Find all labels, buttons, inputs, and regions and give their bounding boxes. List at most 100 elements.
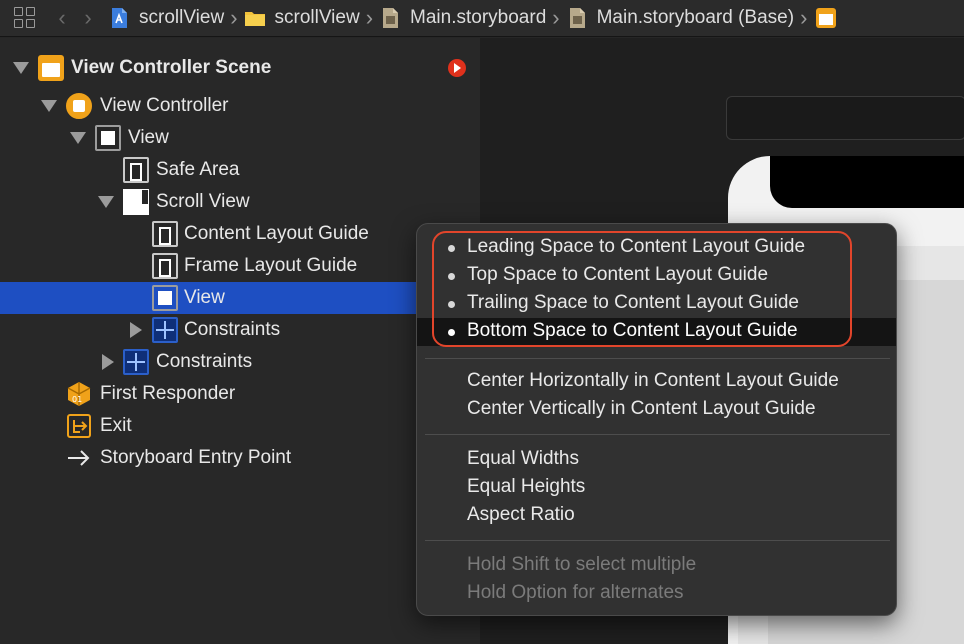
view-icon [95, 125, 121, 151]
outline-item-label: View [184, 287, 225, 308]
outline-item-label: First Responder [100, 383, 236, 404]
menu-separator [425, 540, 890, 541]
forward-arrow-icon[interactable]: › [76, 7, 100, 29]
chevron-right-icon: › [800, 5, 808, 30]
outline-item-label: View [128, 127, 169, 148]
menu-hint-label: Hold Option for alternates [467, 582, 684, 603]
storyboard-file-icon [383, 8, 399, 28]
scene-warning-arrow-icon[interactable] [448, 59, 466, 77]
constraints-icon [123, 349, 149, 375]
menu-item-bottom-space[interactable]: Bottom Space to Content Layout Guide [417, 318, 896, 346]
menu-item-trailing-space[interactable]: Trailing Space to Content Layout Guide [417, 290, 896, 318]
outline-item-label: Constraints [156, 351, 253, 372]
outline-item-first-responder[interactable]: 01 First Responder [0, 378, 480, 410]
outline-item-exit[interactable]: Exit [0, 410, 480, 442]
outline-item-frame-layout-guide[interactable]: Frame Layout Guide [0, 250, 480, 282]
outline-item-content-view-selected[interactable]: View [0, 282, 480, 314]
outline-item-view-controller[interactable]: View Controller [0, 90, 480, 122]
breadcrumb-storyboard-base[interactable]: Main.storyboard (Base) [566, 7, 794, 29]
arrow-right-icon [68, 450, 90, 466]
outline-item-label: Exit [100, 415, 132, 436]
constraint-context-menu: Leading Space to Content Layout Guide To… [416, 223, 897, 616]
menu-item-top-space[interactable]: Top Space to Content Layout Guide [417, 262, 896, 290]
device-notch [770, 156, 964, 208]
menu-item-label: Center Horizontally in Content Layout Gu… [467, 370, 839, 391]
view-controller-icon [66, 93, 92, 119]
outline-item-label: View Controller [100, 95, 229, 116]
document-outline: View Controller Scene View Controller Vi… [0, 38, 480, 644]
menu-item-label: Bottom Space to Content Layout Guide [467, 320, 798, 341]
layout-guide-icon [152, 221, 178, 247]
breadcrumb-folder[interactable]: scrollView [244, 7, 360, 29]
outline-item-label: Storyboard Entry Point [100, 447, 292, 468]
outline-item-label: Scroll View [156, 191, 250, 212]
chevron-right-icon: › [552, 5, 560, 30]
layout-guide-icon [152, 253, 178, 279]
disclosure-triangle-expanded-icon[interactable] [98, 196, 114, 208]
outline-item-constraints-outer[interactable]: Constraints [0, 346, 480, 378]
menu-item-label: Aspect Ratio [467, 504, 575, 525]
outline-item-label: View Controller Scene [71, 57, 272, 78]
breadcrumb-label: Main.storyboard (Base) [596, 7, 795, 28]
exit-icon [67, 414, 91, 438]
menu-item-label: Equal Widths [467, 448, 579, 469]
outline-item-content-layout-guide[interactable]: Content Layout Guide [0, 218, 480, 250]
layout-guide-icon [123, 157, 149, 183]
menu-item-center-horizontally[interactable]: Center Horizontally in Content Layout Gu… [417, 368, 896, 396]
outline-item-storyboard-entry-point[interactable]: Storyboard Entry Point [0, 442, 480, 474]
outline-item-constraints-inner[interactable]: Constraints [0, 314, 480, 346]
app-project-icon [112, 8, 127, 28]
menu-item-label: Center Vertically in Content Layout Guid… [467, 398, 816, 419]
menu-hint-label: Hold Shift to select multiple [467, 554, 697, 575]
menu-hint-option: Hold Option for alternates [417, 580, 896, 608]
constraints-icon [152, 317, 178, 343]
menu-item-label: Equal Heights [467, 476, 586, 497]
view-icon [152, 285, 178, 311]
menu-item-equal-heights[interactable]: Equal Heights [417, 474, 896, 502]
outline-item-label: Frame Layout Guide [184, 255, 358, 276]
first-responder-icon: 01 [67, 382, 91, 406]
menu-item-leading-space[interactable]: Leading Space to Content Layout Guide [417, 234, 896, 262]
jump-bar: ‹ › scrollView › scrollView › Main.story… [0, 0, 964, 37]
breadcrumb-label: scrollView [139, 7, 225, 28]
bullet-icon [448, 245, 455, 252]
back-arrow-icon[interactable]: ‹ [50, 7, 74, 29]
outline-item-scroll-view[interactable]: Scroll View [0, 186, 480, 218]
scroll-view-icon [123, 189, 149, 215]
bullet-icon [448, 329, 455, 336]
menu-item-label: Trailing Space to Content Layout Guide [467, 292, 799, 313]
disclosure-triangle-collapsed-icon[interactable] [130, 322, 142, 338]
bullet-icon [448, 273, 455, 280]
scene-icon[interactable] [815, 7, 837, 29]
outline-item-safe-area[interactable]: Safe Area [0, 154, 480, 186]
outline-item-view-controller-scene[interactable]: View Controller Scene [0, 52, 480, 84]
menu-separator [425, 358, 890, 359]
outline-item-label: Safe Area [156, 159, 240, 180]
menu-item-label: Top Space to Content Layout Guide [467, 264, 769, 285]
menu-separator [425, 434, 890, 435]
disclosure-triangle-expanded-icon[interactable] [13, 62, 29, 74]
menu-item-equal-widths[interactable]: Equal Widths [417, 446, 896, 474]
related-items-grid-icon[interactable] [12, 5, 38, 31]
folder-icon [244, 12, 265, 26]
outline-item-label: Content Layout Guide [184, 223, 369, 244]
breadcrumb-storyboard[interactable]: Main.storyboard [379, 7, 546, 29]
menu-item-center-vertically[interactable]: Center Vertically in Content Layout Guid… [417, 396, 896, 424]
disclosure-triangle-expanded-icon[interactable] [41, 100, 57, 112]
disclosure-triangle-expanded-icon[interactable] [70, 132, 86, 144]
svg-text:01: 01 [72, 395, 82, 404]
breadcrumb-project[interactable]: scrollView [108, 7, 224, 29]
breadcrumb-label: scrollView [274, 7, 360, 28]
bullet-icon [448, 301, 455, 308]
storyboard-file-icon [569, 8, 585, 28]
scene-icon [38, 55, 64, 81]
breadcrumb-label: Main.storyboard [410, 7, 547, 28]
menu-item-label: Leading Space to Content Layout Guide [467, 236, 806, 257]
scene-dock-bar[interactable] [726, 96, 964, 140]
outline-item-view[interactable]: View [0, 122, 480, 154]
chevron-right-icon: › [365, 5, 374, 30]
menu-item-aspect-ratio[interactable]: Aspect Ratio [417, 502, 896, 530]
disclosure-triangle-collapsed-icon[interactable] [102, 354, 114, 370]
menu-hint-shift: Hold Shift to select multiple [417, 552, 896, 580]
chevron-right-icon: › [230, 5, 238, 30]
